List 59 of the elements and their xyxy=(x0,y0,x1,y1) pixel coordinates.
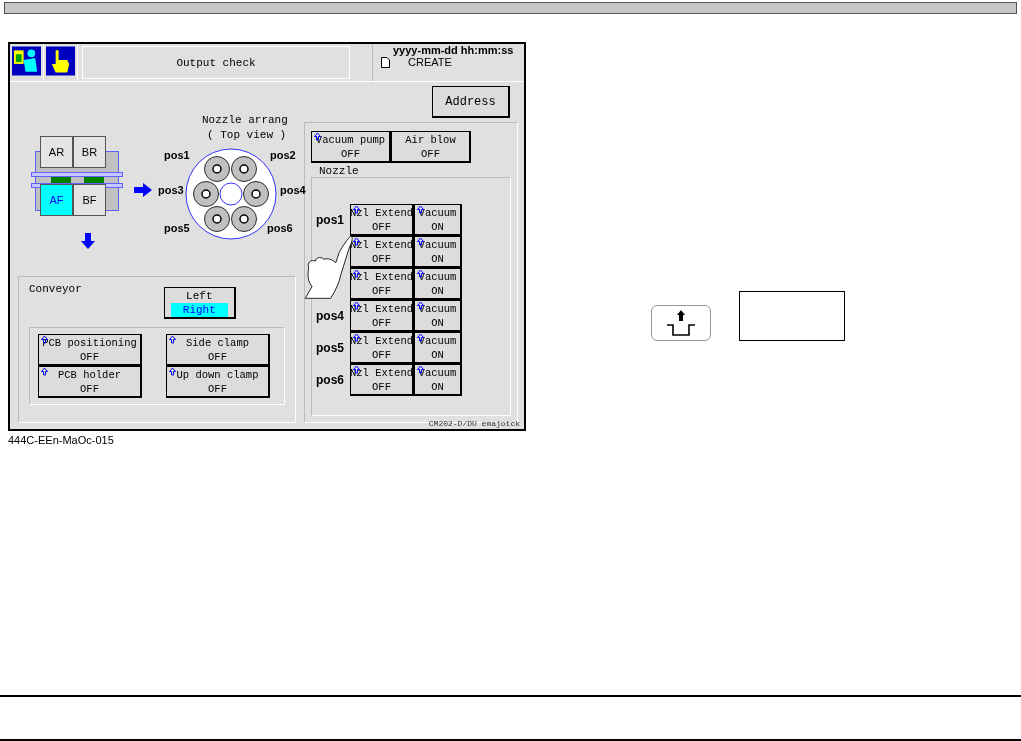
vacuum-button[interactable]: Vacuum ON xyxy=(414,332,462,364)
vacuum-button[interactable]: Vacuum ON xyxy=(414,236,462,268)
position-label: pos5 xyxy=(164,222,190,234)
lane-button[interactable]: BF xyxy=(73,184,106,216)
extend-button[interactable]: Nzl Extend OFF xyxy=(350,300,414,332)
document-icon xyxy=(381,56,390,68)
position-label: pos1 xyxy=(164,149,190,161)
lane-button[interactable]: AR xyxy=(40,136,73,168)
vacuum-button[interactable]: Vacuum ON xyxy=(414,204,462,236)
arrangement-title: Nozzle arrang xyxy=(202,114,288,126)
arrow-down-icon xyxy=(81,233,95,249)
arrow-up-icon xyxy=(169,336,176,344)
pump-button[interactable]: Air blow OFF xyxy=(391,131,471,163)
position-label: pos2 xyxy=(270,149,296,161)
vacuum-button[interactable]: Vacuum ON xyxy=(414,300,462,332)
eject-tray-icon xyxy=(666,308,696,337)
extend-button[interactable]: Nzl Extend OFF xyxy=(350,204,414,236)
operator-icon[interactable] xyxy=(12,46,41,76)
toggle-button[interactable]: Up down clamp OFF xyxy=(166,366,270,398)
figure-caption: 444C-EEn-MaOc-015 xyxy=(8,434,114,446)
address-button[interactable]: Address xyxy=(432,86,510,118)
toggle-button[interactable]: PCB holder OFF xyxy=(38,366,142,398)
arrow-up-icon xyxy=(353,270,360,278)
lane-button[interactable]: BR xyxy=(73,136,106,168)
position-label: pos6 xyxy=(267,222,293,234)
extend-button[interactable]: Nzl Extend OFF xyxy=(350,364,414,396)
arrangement-subtitle: ( Top view ) xyxy=(207,129,287,141)
hand-pointer-icon[interactable] xyxy=(46,46,75,76)
date-time: yyyy-mm-dd hh:mm:ss xyxy=(392,44,515,56)
vacuum-button[interactable]: Vacuum ON xyxy=(414,268,462,300)
extend-button[interactable]: Nzl Extend OFF xyxy=(350,236,414,268)
lane-button[interactable]: AF xyxy=(40,184,73,216)
mode-label: CREATE xyxy=(408,56,452,68)
toggle-button[interactable]: Side clamp OFF xyxy=(166,334,270,366)
row-label: pos4 xyxy=(316,309,345,323)
key-button[interactable] xyxy=(651,304,711,341)
row-label: pos6 xyxy=(316,373,345,387)
arrow-up-icon xyxy=(353,238,360,246)
position-label: pos4 xyxy=(280,184,306,196)
arrow-right-icon xyxy=(134,183,152,197)
arrow-up-icon xyxy=(353,302,360,310)
pump-button[interactable]: Vacuum pump OFF xyxy=(311,131,391,163)
screen-footer: CM202-D/DU emajotck xyxy=(428,420,520,428)
row-label: pos1 xyxy=(316,213,345,227)
extend-button[interactable]: Nzl Extend OFF xyxy=(350,268,414,300)
arrow-up-icon xyxy=(353,366,360,374)
screen-title: Output check xyxy=(82,46,350,79)
vacuum-button[interactable]: Vacuum ON xyxy=(414,364,462,396)
arrow-up-icon xyxy=(353,334,360,342)
arrow-up-icon xyxy=(169,368,176,376)
conveyor-option[interactable]: Right xyxy=(170,303,228,317)
nozzle-label: Nozzle xyxy=(319,165,360,177)
row-label: pos5 xyxy=(316,341,345,355)
conveyor-option[interactable]: Left xyxy=(170,289,228,303)
position-label: pos3 xyxy=(158,184,184,196)
extend-button[interactable]: Nzl Extend OFF xyxy=(350,332,414,364)
arrow-up-icon xyxy=(41,368,48,376)
arrow-up-icon xyxy=(353,206,360,214)
conveyor-label: Conveyor xyxy=(29,283,82,295)
